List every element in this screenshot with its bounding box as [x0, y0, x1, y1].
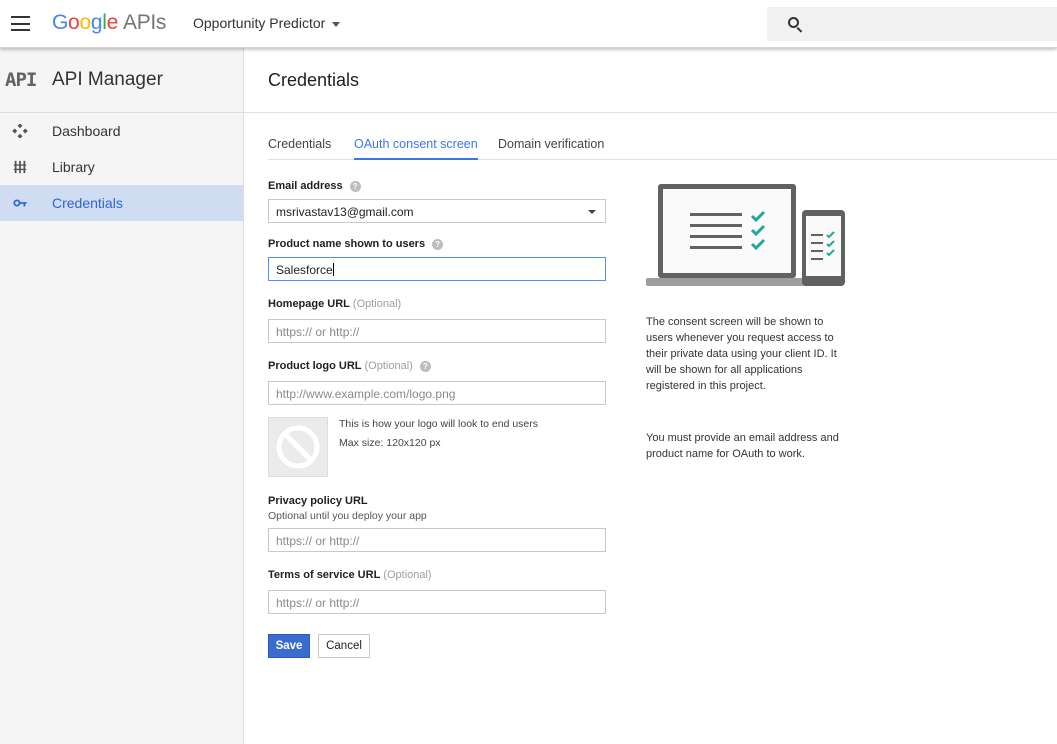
product-name-label: Product name shown to users? — [268, 238, 444, 250]
key-icon — [13, 199, 27, 207]
tab-bar: Credentials OAuth consent screen Domain … — [268, 137, 1057, 160]
divider — [244, 112, 1057, 113]
product-name-field[interactable]: Salesforce — [268, 257, 606, 281]
logo-url-field[interactable]: http://www.example.com/logo.png — [268, 381, 606, 405]
text-cursor — [332, 263, 334, 276]
logo-letter: G — [52, 11, 69, 34]
project-name: Opportunity Predictor — [193, 15, 326, 31]
no-image-icon — [276, 425, 320, 469]
menu-icon[interactable] — [11, 16, 30, 31]
main-content: Credentials Credentials OAuth consent sc… — [244, 48, 1057, 744]
sidebar: API API Manager Dashboard Library Creden… — [0, 48, 244, 744]
logo-letter: o — [79, 11, 91, 34]
sidebar-item-label: Credentials — [52, 195, 123, 211]
homepage-url-label-text: Homepage URL — [268, 298, 350, 310]
page-title: Credentials — [268, 70, 360, 90]
product-name-value: Salesforce — [276, 263, 333, 277]
sidebar-item-credentials[interactable]: Credentials — [0, 185, 243, 221]
logo-letter: g — [90, 11, 103, 34]
help-icon[interactable]: ? — [349, 181, 361, 192]
logo-url-label: Product logo URL (Optional)? — [268, 360, 431, 372]
consent-requirement-text: You must provide an email address and pr… — [646, 432, 839, 460]
chevron-down-icon — [588, 210, 596, 214]
homepage-url-label: Homepage URL (Optional) — [268, 298, 401, 310]
email-select[interactable]: msrivastav13@gmail.com — [268, 199, 606, 223]
privacy-url-field[interactable]: https:// or http:// — [268, 528, 606, 552]
library-icon — [13, 160, 27, 174]
tos-url-placeholder: https:// or http:// — [276, 596, 360, 610]
optional-hint: (Optional) — [364, 360, 413, 372]
logo-letter: e — [106, 11, 119, 34]
product-name-label-text: Product name shown to users — [268, 238, 426, 250]
tab-credentials[interactable]: Credentials — [268, 137, 331, 160]
logo-apis-text: APIs — [122, 11, 167, 34]
top-bar: Google APIs Opportunity Predictor — [0, 0, 1057, 48]
email-label: Email address? — [268, 180, 361, 192]
search-icon — [788, 17, 799, 28]
logo-note: This is how your logo will look to end u… — [339, 418, 539, 430]
consent-screen-illustration — [646, 184, 845, 286]
tab-domain-verification[interactable]: Domain verification — [498, 137, 604, 160]
logo-preview — [268, 417, 328, 477]
homepage-url-field[interactable]: https:// or http:// — [268, 319, 606, 343]
tab-oauth-consent-screen[interactable]: OAuth consent screen — [354, 137, 478, 160]
privacy-url-subtext: Optional until you deploy your app — [268, 510, 427, 522]
sidebar-item-library[interactable]: Library — [0, 149, 243, 185]
sidebar-title: API Manager — [52, 69, 163, 90]
sidebar-nav: Dashboard Library Credentials — [0, 113, 243, 221]
email-value: msrivastav13@gmail.com — [276, 205, 414, 219]
tos-url-label: Terms of service URL (Optional) — [268, 569, 432, 581]
logo-size-note: Max size: 120x120 px — [339, 437, 441, 449]
dashboard-icon — [12, 124, 28, 138]
chevron-down-icon — [332, 21, 341, 27]
privacy-url-label: Privacy policy URL — [268, 495, 368, 507]
google-apis-logo[interactable]: Google APIs — [52, 11, 166, 35]
help-icon[interactable]: ? — [419, 361, 431, 372]
consent-info-text: The consent screen will be shown to user… — [646, 316, 837, 392]
logo-url-placeholder: http://www.example.com/logo.png — [276, 387, 456, 401]
sidebar-header: API API Manager — [0, 48, 243, 113]
tos-url-label-text: Terms of service URL — [268, 569, 381, 581]
project-selector[interactable]: Opportunity Predictor — [193, 15, 341, 31]
tos-url-field[interactable]: https:// or http:// — [268, 590, 606, 614]
homepage-url-placeholder: https:// or http:// — [276, 325, 360, 339]
sidebar-item-label: Dashboard — [52, 123, 121, 139]
search-input[interactable] — [767, 7, 1057, 41]
logo-url-label-text: Product logo URL — [268, 360, 362, 372]
logo-letter: o — [68, 11, 80, 34]
api-logo: API — [5, 69, 37, 91]
privacy-url-placeholder: https:// or http:// — [276, 534, 360, 548]
sidebar-item-dashboard[interactable]: Dashboard — [0, 113, 243, 149]
optional-hint: (Optional) — [383, 569, 432, 581]
help-icon[interactable]: ? — [432, 239, 444, 250]
email-label-text: Email address — [268, 180, 343, 192]
optional-hint: (Optional) — [352, 298, 402, 310]
cancel-button[interactable]: Cancel — [318, 634, 370, 658]
save-button[interactable]: Save — [268, 634, 310, 658]
sidebar-item-label: Library — [52, 159, 95, 175]
